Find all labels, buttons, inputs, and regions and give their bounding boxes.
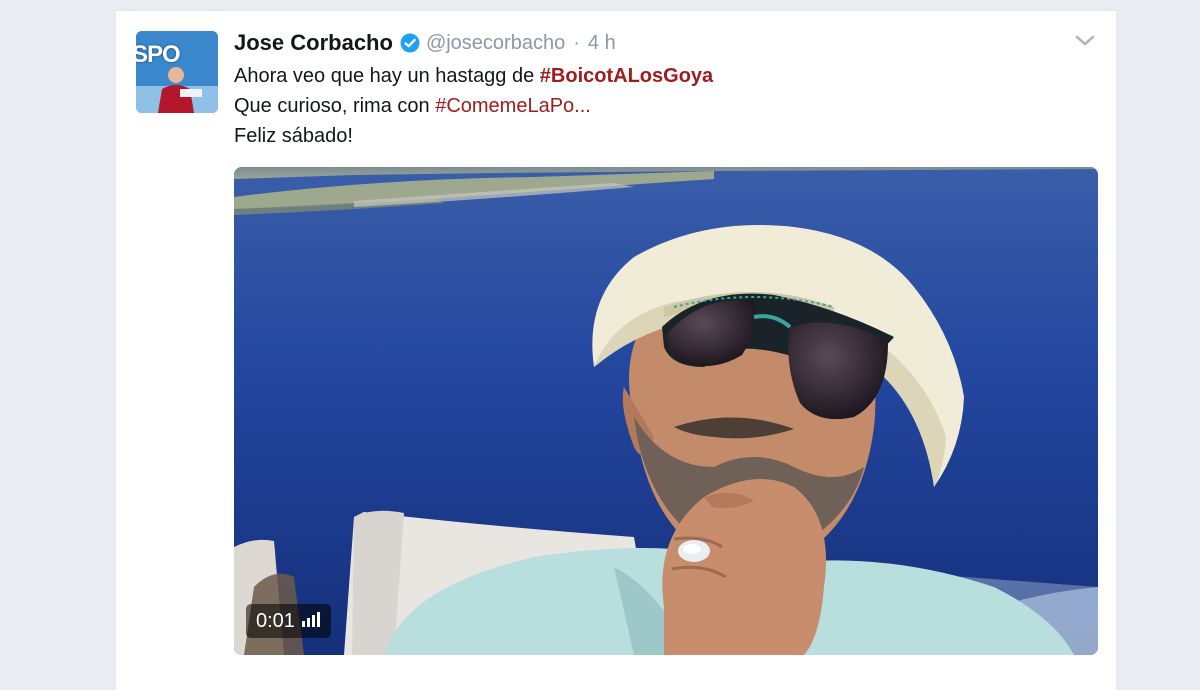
video-frame-image <box>234 167 1098 655</box>
volume-bars-icon[interactable] <box>301 610 321 633</box>
video-duration-badge: 0:01 <box>246 604 331 638</box>
tweet-line-3: Feliz sábado! <box>234 121 713 151</box>
chevron-down-icon[interactable] <box>1074 33 1096 49</box>
tweet-line-1: Ahora veo que hay un hastagg de #BoicotA… <box>234 61 713 91</box>
video-duration: 0:01 <box>256 609 295 632</box>
tweet-line-2: Que curioso, rima con #ComemeLaPo... <box>234 91 713 121</box>
tweet-line-3-text: Feliz sábado! <box>234 125 353 147</box>
tweet-line-1-text: Ahora veo que hay un hastagg de <box>234 65 540 87</box>
truncation-ellipsis: ... <box>574 95 591 117</box>
separator-dot: · <box>573 31 580 54</box>
avatar-logo-text: SPO <box>136 41 181 68</box>
tweet-header: Jose Corbacho @josecorbacho · 4 h <box>234 29 616 57</box>
hashtag-link-boicot[interactable]: #BoicotALosGoya <box>540 65 713 87</box>
verified-badge-icon <box>400 33 420 53</box>
tweet-line-2-text: Que curioso, rima con <box>234 95 436 117</box>
hashtag-link-comeme[interactable]: #ComemeLaPo <box>435 95 574 117</box>
tweet-card: SPO Jose Corbacho @josecorbacho · 4 h Ah… <box>115 10 1117 690</box>
video-player[interactable]: 0:01 <box>234 167 1098 655</box>
avatar[interactable]: SPO <box>136 31 218 113</box>
tweet-timestamp[interactable]: 4 h <box>588 32 616 55</box>
author-name[interactable]: Jose Corbacho <box>234 30 393 56</box>
tweet-text: Ahora veo que hay un hastagg de #BoicotA… <box>234 61 713 151</box>
author-handle[interactable]: @josecorbacho <box>426 32 565 55</box>
